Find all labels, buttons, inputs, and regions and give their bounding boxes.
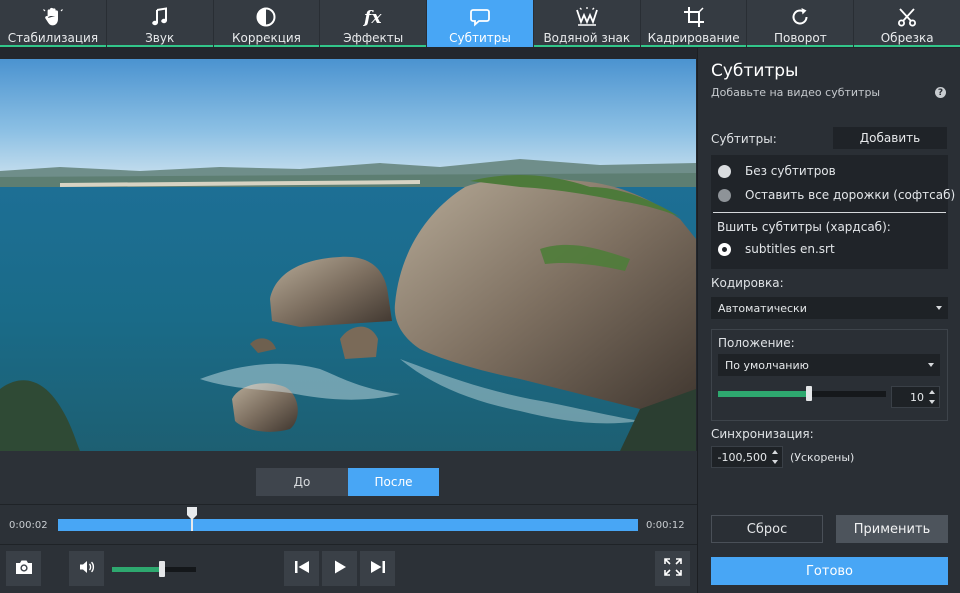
watermark-icon — [575, 5, 599, 29]
skip-back-icon — [294, 559, 310, 579]
option-no-subtitles-label: Без субтитров — [745, 164, 836, 178]
snapshot-button[interactable] — [6, 551, 41, 586]
previous-frame-button[interactable] — [284, 551, 319, 586]
tab-label: Кадрирование — [647, 31, 740, 45]
tab-stabilization[interactable]: Стабилизация — [0, 0, 107, 47]
tab-sound[interactable]: Звук — [106, 0, 214, 47]
panel-title: Субтитры — [711, 61, 799, 81]
reset-button[interactable]: Сброс — [711, 515, 823, 543]
before-after-toggle: До После — [256, 468, 439, 496]
play-icon — [333, 559, 347, 579]
subtitle-file-name: subtitles en.srt — [745, 242, 835, 256]
tab-crop[interactable]: Кадрирование — [640, 0, 748, 47]
tab-subtitles[interactable]: Субтитры — [427, 0, 534, 47]
option-keep-all-tracks-label: Оставить все дорожки (софтсаб) — [745, 188, 956, 202]
total-time: 0:00:12 — [646, 520, 685, 531]
tab-rotate[interactable]: Поворот — [747, 0, 855, 47]
tab-underline — [747, 45, 854, 47]
increment-icon[interactable] — [772, 450, 778, 454]
sync-stepper — [772, 450, 780, 464]
divider — [0, 544, 697, 545]
sync-hint: (Ускорены) — [790, 451, 855, 464]
tab-label: Звук — [145, 31, 175, 45]
camera-icon — [14, 558, 34, 580]
current-time: 0:00:02 — [9, 520, 48, 531]
chevron-down-icon — [936, 306, 942, 310]
fullscreen-button[interactable] — [655, 551, 690, 586]
timeline-track[interactable] — [58, 519, 638, 531]
position-value: По умолчанию — [725, 358, 809, 372]
subtitles-label: Субтитры: — [711, 132, 777, 146]
done-button[interactable]: Готово — [711, 557, 948, 585]
after-button[interactable]: После — [348, 468, 439, 496]
tab-label: Обрезка — [880, 31, 934, 45]
volume-button[interactable] — [69, 551, 104, 586]
tab-underline — [0, 45, 106, 47]
help-icon[interactable]: ? — [935, 87, 946, 98]
fx-icon: fx — [361, 5, 385, 29]
music-note-icon — [148, 5, 172, 29]
sync-label: Синхронизация: — [711, 427, 814, 441]
decrement-icon[interactable] — [929, 400, 935, 404]
divider — [713, 212, 946, 213]
position-slider-fill — [718, 391, 809, 397]
decrement-icon[interactable] — [772, 460, 778, 464]
speech-bubble-icon — [468, 5, 492, 29]
tab-effects[interactable]: fx Эффекты — [320, 0, 428, 47]
burn-in-header: Вшить субтитры (хардсаб): — [717, 220, 891, 234]
contrast-icon — [254, 5, 278, 29]
position-select[interactable]: По умолчанию — [718, 354, 940, 376]
tab-trim[interactable]: Обрезка — [854, 0, 960, 47]
next-frame-button[interactable] — [360, 551, 395, 586]
tab-underline — [854, 45, 960, 47]
position-number-value: 10 — [910, 390, 924, 404]
crop-icon — [682, 5, 706, 29]
tab-underline — [213, 45, 320, 47]
encoding-value: Автоматически — [718, 301, 807, 315]
before-button[interactable]: До — [256, 468, 348, 496]
playhead-handle[interactable] — [187, 507, 197, 531]
sync-value: -100,500 — [717, 450, 767, 464]
add-subtitles-button[interactable]: Добавить — [833, 127, 947, 149]
divider — [0, 504, 697, 505]
encoding-label: Кодировка: — [711, 276, 784, 290]
position-slider-thumb[interactable] — [806, 386, 812, 401]
panel-subtitle: Добавьте на видео субтитры — [711, 86, 881, 99]
coast-landscape-image — [0, 59, 696, 451]
tab-underline — [320, 45, 427, 47]
svg-text:fx: fx — [363, 8, 382, 28]
radio-keep-all-tracks[interactable] — [718, 189, 731, 202]
chevron-down-icon — [928, 363, 934, 367]
volume-slider-thumb[interactable] — [159, 561, 165, 577]
volume-slider-fill — [112, 567, 162, 572]
tab-watermark[interactable]: Водяной знак — [533, 0, 641, 47]
tab-label: Коррекция — [231, 31, 301, 45]
tab-label: Стабилизация — [7, 31, 99, 45]
tab-underline — [106, 45, 213, 47]
tab-underline — [640, 45, 747, 47]
scissors-icon — [895, 5, 919, 29]
radio-subtitle-file[interactable] — [718, 243, 731, 256]
apply-button[interactable]: Применить — [836, 515, 948, 543]
position-label: Положение: — [718, 336, 795, 350]
effects-toolbar: Стабилизация Звук Коррекция fx Эффекты С… — [0, 0, 960, 47]
tab-correction[interactable]: Коррекция — [213, 0, 321, 47]
fullscreen-icon — [663, 557, 682, 580]
skip-forward-icon — [370, 559, 386, 579]
rotate-icon — [788, 5, 812, 29]
tab-label: Эффекты — [343, 31, 404, 45]
speaker-icon — [78, 559, 96, 579]
video-preview — [0, 59, 696, 451]
tab-label: Поворот — [773, 31, 827, 45]
tab-label: Субтитры — [449, 31, 511, 45]
position-stepper — [929, 390, 937, 404]
hand-icon — [41, 5, 65, 29]
tab-label: Водяной знак — [543, 31, 631, 45]
encoding-select[interactable]: Автоматически — [711, 297, 948, 319]
play-button[interactable] — [322, 551, 357, 586]
radio-no-subtitles[interactable] — [718, 165, 731, 178]
tab-underline — [533, 45, 640, 47]
increment-icon[interactable] — [929, 390, 935, 394]
